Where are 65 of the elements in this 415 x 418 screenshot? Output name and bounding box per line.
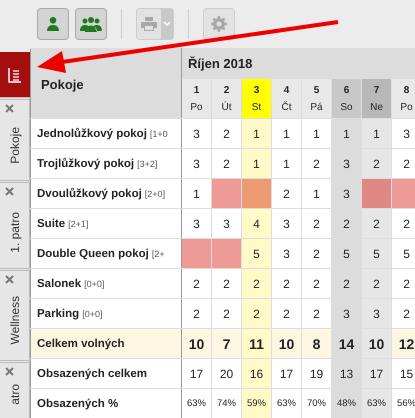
table-cell: 16 xyxy=(242,358,272,388)
table-cell: 3 xyxy=(332,298,362,328)
tab-label: Pokoje xyxy=(8,127,22,164)
table-cell: 10 xyxy=(272,328,302,358)
tab-label: 1. patro xyxy=(8,212,22,253)
close-icon[interactable] xyxy=(5,367,14,376)
table-cell: 2 xyxy=(362,148,392,178)
tab-label: Wellness xyxy=(8,296,22,344)
report-icon xyxy=(8,66,22,82)
caret-icon xyxy=(163,21,171,27)
table-cell: 2 xyxy=(362,208,392,238)
day-header: 6 So xyxy=(332,78,362,118)
day-header: 3 St xyxy=(242,78,272,118)
day-header: 5 Pá xyxy=(302,78,332,118)
tab-label: atro xyxy=(8,384,22,405)
sidebar-tab[interactable]: atro xyxy=(0,360,30,418)
day-header: 7 Ne xyxy=(362,78,392,118)
table-cell: 59% xyxy=(242,388,272,418)
table-cell: 48% xyxy=(332,388,362,418)
table-cell: 3 xyxy=(362,298,392,328)
day-header: 2 Út xyxy=(212,78,242,118)
close-icon[interactable] xyxy=(5,187,14,196)
sidebar-tab[interactable]: Pokoje xyxy=(0,97,30,180)
table-cell: 17 xyxy=(362,358,392,388)
table-cell: 5 xyxy=(242,238,272,268)
table-cell: 2 xyxy=(362,268,392,298)
report-tab[interactable] xyxy=(0,52,30,97)
settings-icon xyxy=(211,16,227,32)
group-button[interactable] xyxy=(75,8,107,40)
table-cell: 2 xyxy=(242,268,272,298)
printer-icon xyxy=(141,17,157,31)
table-cell: 13 xyxy=(332,358,362,388)
summary-label: Obsazených % xyxy=(30,388,182,418)
table-cell: 7 xyxy=(212,328,242,358)
table-cell: 5 xyxy=(362,238,392,268)
table-cell: 3 xyxy=(332,178,362,208)
sidebar-tab[interactable]: Wellness xyxy=(0,268,30,360)
day-header: 8 Po xyxy=(392,78,415,118)
table-cell: 11 xyxy=(242,328,272,358)
sidebar-tab[interactable]: 1. patro xyxy=(0,180,30,268)
table-cell: 1 xyxy=(242,148,272,178)
table-cell: 10 xyxy=(362,328,392,358)
table-cell: 2 xyxy=(332,268,362,298)
close-icon[interactable] xyxy=(5,104,14,113)
day-header: 4 Čt xyxy=(272,78,302,118)
table-cell: 63% xyxy=(362,388,392,418)
group-icon xyxy=(80,16,102,32)
month-header: Říjen 2018 xyxy=(182,48,415,78)
person-icon xyxy=(45,16,61,32)
table-cell: 12 xyxy=(392,328,415,358)
table-cell: 2 xyxy=(242,298,272,328)
table-cell: 1 xyxy=(332,118,362,148)
table-cell: 3 xyxy=(332,148,362,178)
table-cell: 14 xyxy=(332,328,362,358)
column-header: Pokoje xyxy=(30,48,182,118)
table-cell: 2 xyxy=(332,208,362,238)
table-cell: 5 xyxy=(332,238,362,268)
day-header: 1 Po xyxy=(182,78,212,118)
table-cell: 4 xyxy=(242,208,272,238)
person-button[interactable] xyxy=(37,8,69,40)
table-cell: 1 xyxy=(362,118,392,148)
table-cell: 10 xyxy=(182,328,212,358)
close-icon[interactable] xyxy=(5,275,14,284)
table-cell: 8 xyxy=(302,328,332,358)
table-cell: 1 xyxy=(242,118,272,148)
